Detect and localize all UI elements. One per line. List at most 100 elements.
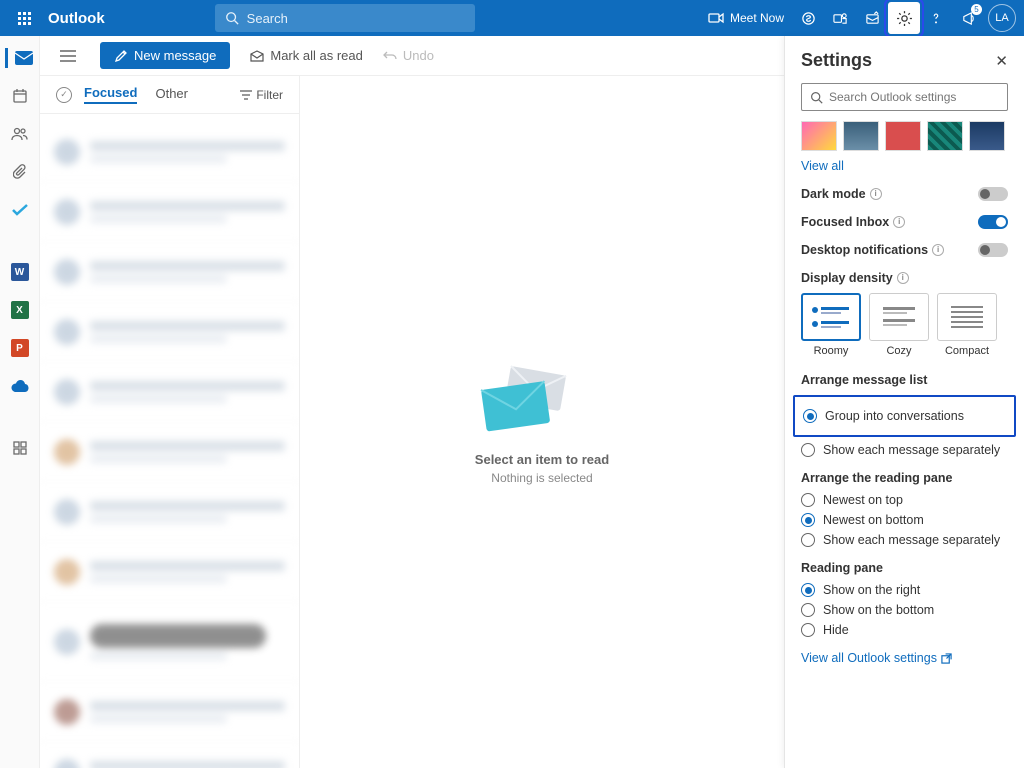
density-compact-icon (945, 302, 989, 332)
undo-button[interactable]: Undo (383, 48, 434, 63)
meet-now-button[interactable]: Meet Now (700, 11, 792, 25)
settings-button[interactable] (888, 2, 920, 34)
undo-icon (383, 50, 397, 62)
show-right-label: Show on the right (823, 583, 920, 597)
focused-inbox-toggle[interactable] (978, 215, 1008, 229)
radio-hide[interactable]: Hide (801, 623, 1008, 637)
density-compact[interactable]: Compact (937, 293, 997, 357)
reading-empty-title: Select an item to read (475, 452, 609, 467)
notifications-button[interactable]: 5 (952, 2, 984, 34)
word-icon: W (11, 263, 29, 281)
new-message-label: New message (134, 48, 216, 63)
video-icon (708, 12, 724, 24)
tab-focused[interactable]: Focused (84, 85, 137, 104)
info-icon[interactable]: i (870, 188, 882, 200)
reading-empty-subtitle: Nothing is selected (475, 471, 609, 485)
density-compact-label: Compact (937, 345, 997, 357)
view-all-themes-link[interactable]: View all (801, 159, 844, 173)
focused-inbox-label: Focused Inbox (801, 215, 889, 229)
meet-now-label: Meet Now (730, 11, 784, 25)
mark-all-read-button[interactable]: Mark all as read (250, 48, 362, 63)
theme-swatch[interactable] (927, 121, 963, 151)
settings-search-input[interactable] (829, 90, 999, 104)
view-all-settings-label: View all Outlook settings (801, 651, 937, 665)
search-input[interactable] (247, 11, 465, 26)
help-button[interactable] (920, 2, 952, 34)
popout-icon (941, 653, 952, 664)
teams-button[interactable] (824, 2, 856, 34)
radio-newest-top[interactable]: Newest on top (801, 493, 1008, 507)
radio-group-conversations[interactable]: Group into conversations (803, 409, 1006, 423)
settings-search-box[interactable] (801, 83, 1008, 111)
powerpoint-app[interactable]: P (10, 338, 30, 358)
gear-icon (896, 10, 913, 27)
filter-button[interactable]: Filter (240, 88, 283, 102)
radio-show-bottom[interactable]: Show on the bottom (801, 603, 1008, 617)
people-icon (11, 127, 29, 141)
dark-mode-toggle[interactable] (978, 187, 1008, 201)
profile-avatar[interactable]: LA (988, 4, 1016, 32)
arrange-reading-label: Arrange the reading pane (801, 471, 952, 485)
check-icon (12, 204, 28, 216)
desktop-notifications-label: Desktop notifications (801, 243, 928, 257)
outbox-icon (865, 11, 880, 26)
word-app[interactable]: W (10, 262, 30, 282)
attachment-icon (13, 164, 27, 180)
density-roomy[interactable]: Roomy (801, 293, 861, 357)
grid-icon (13, 441, 27, 455)
skype-button[interactable] (792, 2, 824, 34)
density-cozy-label: Cozy (869, 345, 929, 357)
density-cozy[interactable]: Cozy (869, 293, 929, 357)
show-bottom-label: Show on the bottom (823, 603, 934, 617)
teams-icon (833, 11, 848, 26)
message-list-blurred (40, 114, 299, 768)
search-icon (225, 11, 239, 25)
theme-swatches (801, 121, 1008, 151)
reading-pane-label: Reading pane (801, 561, 883, 575)
show-sep-label: Show each message separately (823, 443, 1000, 457)
excel-app[interactable]: X (10, 300, 30, 320)
radio-newest-bottom[interactable]: Newest on bottom (801, 513, 1008, 527)
powerpoint-icon: P (11, 339, 29, 357)
info-icon[interactable]: i (897, 272, 909, 284)
app-launcher[interactable] (8, 2, 40, 34)
notification-badge: 5 (971, 4, 982, 15)
radio-reading-separately[interactable]: Show each message separately (801, 533, 1008, 547)
select-all-checkbox[interactable]: ✓ (56, 87, 72, 103)
close-settings-button[interactable]: ✕ (995, 52, 1008, 70)
show-sep2-label: Show each message separately (823, 533, 1000, 547)
cloud-icon (11, 380, 29, 392)
settings-title: Settings (801, 50, 995, 71)
help-icon (929, 11, 943, 25)
arrange-list-label: Arrange message list (801, 373, 927, 387)
info-icon[interactable]: i (893, 216, 905, 228)
theme-swatch[interactable] (843, 121, 879, 151)
new-message-button[interactable]: New message (100, 42, 230, 69)
empty-mail-illustration (475, 360, 585, 440)
outbox-button[interactable] (856, 2, 888, 34)
theme-swatch[interactable] (885, 121, 921, 151)
todo-module[interactable] (10, 200, 30, 220)
tab-other[interactable]: Other (155, 86, 188, 103)
mail-module[interactable] (5, 48, 25, 68)
info-icon[interactable]: i (932, 244, 944, 256)
onedrive-app[interactable] (10, 376, 30, 396)
theme-swatch[interactable] (969, 121, 1005, 151)
hamburger-icon (60, 50, 76, 62)
filter-icon (240, 90, 252, 100)
desktop-notifications-toggle[interactable] (978, 243, 1008, 257)
radio-show-right[interactable]: Show on the right (801, 583, 1008, 597)
calendar-module[interactable] (10, 86, 30, 106)
people-module[interactable] (10, 124, 30, 144)
files-module[interactable] (10, 162, 30, 182)
mark-all-read-label: Mark all as read (270, 48, 362, 63)
more-apps[interactable] (10, 438, 30, 458)
calendar-icon (12, 88, 28, 104)
theme-swatch[interactable] (801, 121, 837, 151)
filter-label: Filter (256, 88, 283, 102)
search-box[interactable] (215, 4, 475, 32)
mail-icon (15, 51, 33, 65)
view-all-settings-link[interactable]: View all Outlook settings (801, 651, 952, 665)
hamburger-toggle[interactable] (56, 50, 80, 62)
radio-show-separately[interactable]: Show each message separately (801, 443, 1008, 457)
